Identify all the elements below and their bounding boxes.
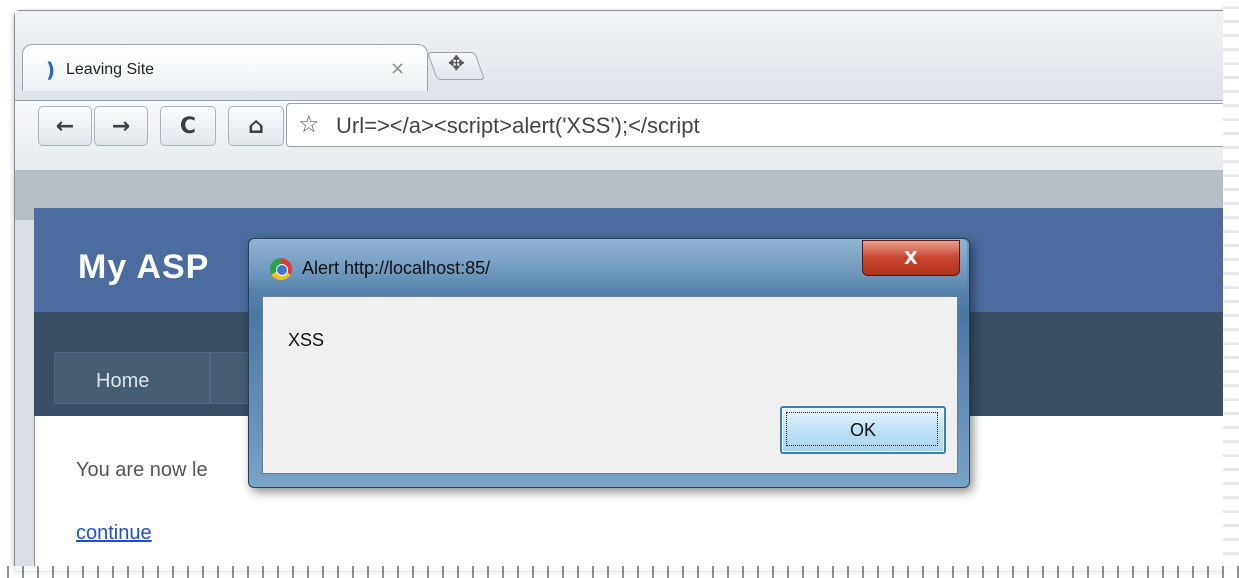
address-bar-text[interactable]: Url=></a><script>alert('XSS');</script [336,113,700,139]
back-arrow-icon: ← [55,113,75,139]
forward-arrow-icon: → [111,113,131,139]
alert-title: Alert http://localhost:85/ [302,258,491,278]
torn-edge-bottom [0,566,1239,578]
ok-label: OK [849,419,876,440]
back-button[interactable]: ← [38,106,92,146]
reload-button[interactable]: C [160,106,216,146]
chrome-icon [270,258,292,280]
leaving-message: You are now le [76,459,208,481]
torn-edge-right [1223,0,1239,578]
tab-title: Leaving Site [66,61,155,78]
tab-close-icon[interactable]: × [390,58,405,79]
forward-button[interactable]: → [94,106,148,146]
ok-button[interactable]: OK [780,406,946,454]
home-icon: ⌂ [248,113,264,139]
page-loading-icon: ) [46,58,56,82]
reload-icon: C [179,113,197,139]
menu-item-home-label[interactable]: Home [96,370,149,393]
new-tab-icon: ✥ [448,51,465,75]
bookmark-star-icon[interactable]: ☆ [298,110,320,138]
site-title: My ASP [78,248,210,286]
continue-link[interactable]: continue [76,522,152,545]
alert-message: XSS [288,330,325,350]
alert-close-button[interactable]: X [862,240,960,276]
home-button[interactable]: ⌂ [228,106,284,146]
close-icon: X [904,247,918,269]
